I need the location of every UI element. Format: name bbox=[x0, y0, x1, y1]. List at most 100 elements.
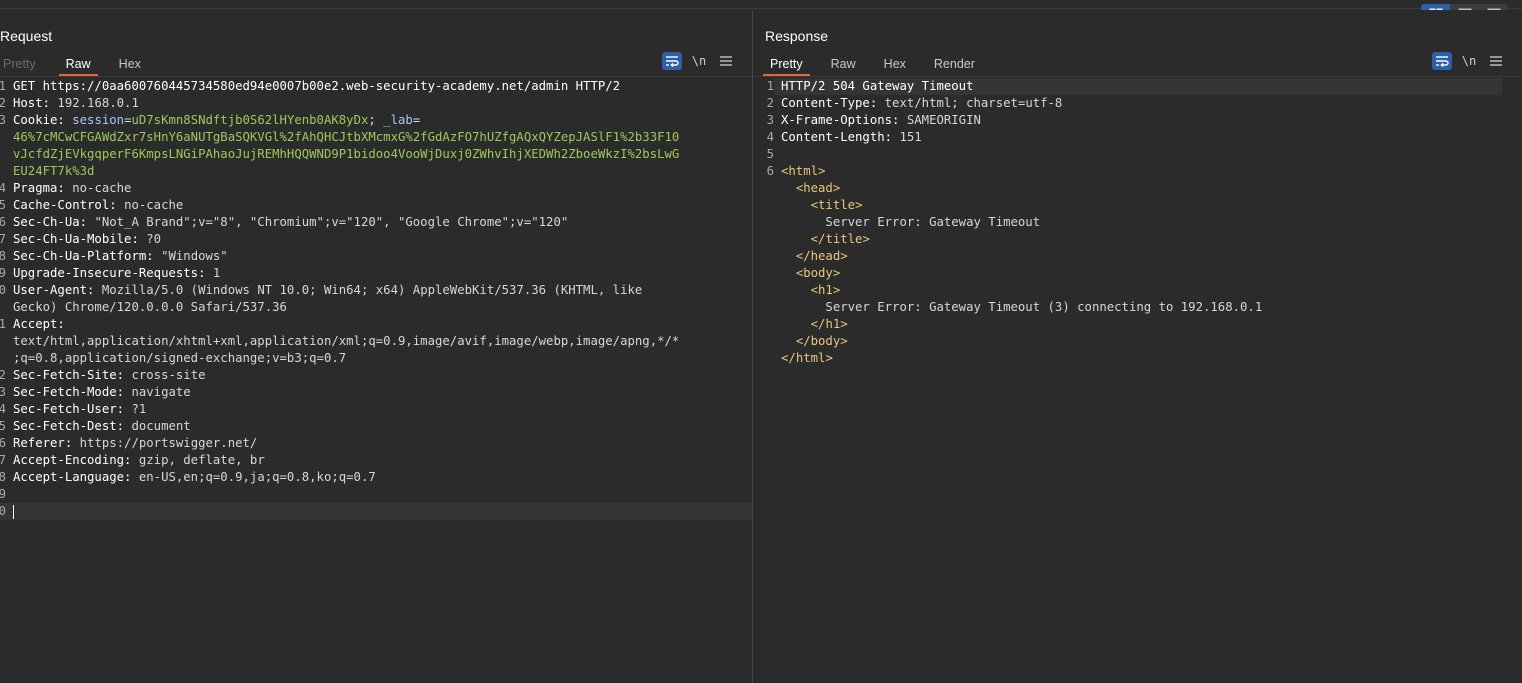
code-token: document bbox=[131, 419, 191, 433]
editor-line[interactable]: 12Sec-Fetch-Site: cross-site bbox=[0, 367, 752, 384]
editor-line[interactable]: 2 Content-Type: text/html; charset=utf-8 bbox=[753, 95, 1522, 112]
editor-line[interactable]: 19 bbox=[0, 486, 752, 503]
request-menu-button[interactable] bbox=[716, 52, 736, 70]
editor-line[interactable]: 1 GET https://0aa600760445734580ed94e0007… bbox=[0, 78, 752, 95]
code-token: Sec-Ch-Ua-Platform: bbox=[13, 249, 162, 263]
editor-line-continuation[interactable]: Gecko) Chrome/120.0.0.0 Safari/537.36 bbox=[0, 299, 752, 316]
line-code: EU24FT7k%3d bbox=[6, 163, 746, 180]
line-number bbox=[753, 214, 774, 231]
editor-line-continuation[interactable]: </title> bbox=[753, 231, 1522, 248]
editor-line[interactable]: 11Accept: bbox=[0, 316, 752, 333]
editor-line-continuation[interactable]: <title> bbox=[753, 197, 1522, 214]
line-code: <h1> bbox=[774, 282, 841, 299]
editor-line[interactable]: 15Sec-Fetch-Dest: document bbox=[0, 418, 752, 435]
editor-line[interactable]: 5 Cache-Control: no-cache bbox=[0, 197, 752, 214]
response-tab-raw[interactable]: Raw bbox=[824, 54, 863, 76]
line-number bbox=[753, 350, 774, 367]
code-token: 46%7cMCwCFGAWdZxr7sHnY6aNUTgBaSQKVGl%2fA… bbox=[13, 130, 680, 144]
code-token: Sec-Ch-Ua: bbox=[13, 215, 95, 229]
editor-line[interactable]: 10User-Agent: Mozilla/5.0 (Windows NT 10… bbox=[0, 282, 752, 299]
hamburger-menu-icon bbox=[1490, 56, 1502, 66]
response-show-newlines-button[interactable]: \n bbox=[1460, 52, 1478, 70]
line-code: vJcfdZjEVkgqperF6KmpsLNGiPAhaoJujREMhHQQ… bbox=[6, 146, 746, 163]
editor-line-continuation[interactable]: Server Error: Gateway Timeout bbox=[753, 214, 1522, 231]
line-code: <head> bbox=[774, 180, 840, 197]
editor-line-continuation[interactable]: text/html,application/xhtml+xml,applicat… bbox=[0, 333, 752, 350]
response-wrap-lines-button[interactable] bbox=[1432, 52, 1452, 70]
editor-line-continuation[interactable]: Server Error: Gateway Timeout (3) connec… bbox=[753, 299, 1522, 316]
code-token: </ bbox=[810, 317, 826, 331]
response-pane: Response Pretty Raw Hex Render \n 1 HTTP/… bbox=[753, 10, 1522, 683]
editor-line[interactable]: 17Accept-Encoding: gzip, deflate, br bbox=[0, 452, 752, 469]
editor-line[interactable]: 4 Pragma: no-cache bbox=[0, 180, 752, 197]
response-tab-render[interactable]: Render bbox=[927, 54, 982, 76]
editor-line[interactable]: 7 Sec-Ch-Ua-Mobile: ?0 bbox=[0, 231, 752, 248]
editor-line[interactable]: 8 Sec-Ch-Ua-Platform: "Windows" bbox=[0, 248, 752, 265]
editor-line[interactable]: 14Sec-Fetch-User: ?1 bbox=[0, 401, 752, 418]
code-token: no-cache bbox=[124, 198, 184, 212]
editor-line[interactable]: 2 Host: 192.168.0.1 bbox=[0, 95, 752, 112]
request-show-newlines-button[interactable]: \n bbox=[690, 52, 708, 70]
code-token: text/html; charset=utf-8 bbox=[884, 96, 1063, 110]
editor-line[interactable]: 3 Cookie: session=uD7sKmn8SNdftjb0S62lHYe… bbox=[0, 112, 752, 129]
line-number bbox=[753, 231, 774, 248]
code-token: _lab bbox=[383, 113, 413, 127]
code-token: "Windows" bbox=[161, 249, 228, 263]
response-title: Response bbox=[765, 28, 829, 44]
editor-line[interactable]: 3 X-Frame-Options: SAMEORIGIN bbox=[753, 112, 1522, 129]
editor-line-continuation[interactable]: </h1> bbox=[753, 316, 1522, 333]
editor-line[interactable]: 1 HTTP/2 504 Gateway Timeout bbox=[753, 78, 1522, 95]
editor-line[interactable]: 5 bbox=[753, 146, 1522, 163]
request-wrap-lines-button[interactable] bbox=[662, 52, 682, 70]
code-token: https://portswigger.net/ bbox=[79, 436, 258, 450]
request-tab-hex[interactable]: Hex bbox=[112, 54, 148, 76]
request-editor[interactable]: 1 GET https://0aa600760445734580ed94e0007… bbox=[0, 78, 752, 520]
editor-line[interactable]: 13Sec-Fetch-Mode: navigate bbox=[0, 384, 752, 401]
code-token: gzip, deflate, br bbox=[138, 453, 265, 467]
editor-line-continuation[interactable]: </head> bbox=[753, 248, 1522, 265]
editor-line-continuation[interactable]: <h1> bbox=[753, 282, 1522, 299]
response-tab-pretty[interactable]: Pretty bbox=[763, 54, 810, 76]
code-token: ?1 bbox=[131, 402, 147, 416]
code-token: Sec-Fetch-Mode: bbox=[13, 385, 132, 399]
response-editor[interactable]: 1 HTTP/2 504 Gateway Timeout 2 Content-Type… bbox=[753, 78, 1522, 367]
editor-line-continuation[interactable]: ;q=0.8,application/signed-exchange;v=b3;… bbox=[0, 350, 752, 367]
line-code: Sec-Fetch-Mode: navigate bbox=[6, 384, 746, 401]
editor-line-continuation[interactable]: </html> bbox=[753, 350, 1522, 367]
line-code: Server Error: Gateway Timeout (3) connec… bbox=[774, 299, 1262, 316]
code-token: text/html,application/xhtml+xml,applicat… bbox=[13, 334, 680, 348]
editor-line[interactable]: 18Accept-Language: en-US,en;q=0.9,ja;q=0… bbox=[0, 469, 752, 486]
line-code: </head> bbox=[774, 248, 848, 265]
request-tools: \n bbox=[654, 52, 736, 70]
line-number: 3 bbox=[766, 113, 774, 127]
editor-line-continuation[interactable]: </body> bbox=[753, 333, 1522, 350]
response-tab-separator bbox=[753, 76, 1522, 77]
editor-line[interactable]: 20 bbox=[0, 503, 752, 520]
editor-line[interactable]: 6 <html> bbox=[753, 163, 1522, 180]
code-token: vJcfdZjEVkgqperF6KmpsLNGiPAhaoJujREMhHQQ… bbox=[13, 147, 680, 161]
line-code: Content-Length: 151 bbox=[774, 129, 922, 146]
code-token: Cache-Control: bbox=[13, 198, 125, 212]
editor-line-continuation[interactable]: vJcfdZjEVkgqperF6KmpsLNGiPAhaoJujREMhHQQ… bbox=[0, 146, 752, 163]
code-token: EU24FT7k%3d bbox=[13, 164, 95, 178]
editor-line[interactable]: 6 Sec-Ch-Ua: "Not_A Brand";v="8", "Chromi… bbox=[0, 214, 752, 231]
line-code: Content-Type: text/html; charset=utf-8 bbox=[774, 95, 1062, 112]
request-tab-raw[interactable]: Raw bbox=[58, 54, 98, 76]
editor-line[interactable]: 9 Upgrade-Insecure-Requests: 1 bbox=[0, 265, 752, 282]
line-code: Sec-Ch-Ua: "Not_A Brand";v="8", "Chromiu… bbox=[6, 214, 746, 231]
code-token: Pragma: bbox=[13, 181, 73, 195]
editor-line-continuation[interactable]: 46%7cMCwCFGAWdZxr7sHnY6aNUTgBaSQKVGl%2fA… bbox=[0, 129, 752, 146]
editor-line[interactable]: 4 Content-Length: 151 bbox=[753, 129, 1522, 146]
response-tab-hex[interactable]: Hex bbox=[877, 54, 913, 76]
request-tab-pretty[interactable]: Pretty bbox=[0, 54, 43, 76]
editor-line[interactable]: 16Referer: https://portswigger.net/ bbox=[0, 435, 752, 452]
line-code: </body> bbox=[774, 333, 848, 350]
editor-line-continuation[interactable]: <head> bbox=[753, 180, 1522, 197]
editor-line-continuation[interactable]: <body> bbox=[753, 265, 1522, 282]
response-menu-button[interactable] bbox=[1486, 52, 1506, 70]
editor-line-continuation[interactable]: EU24FT7k%3d bbox=[0, 163, 752, 180]
